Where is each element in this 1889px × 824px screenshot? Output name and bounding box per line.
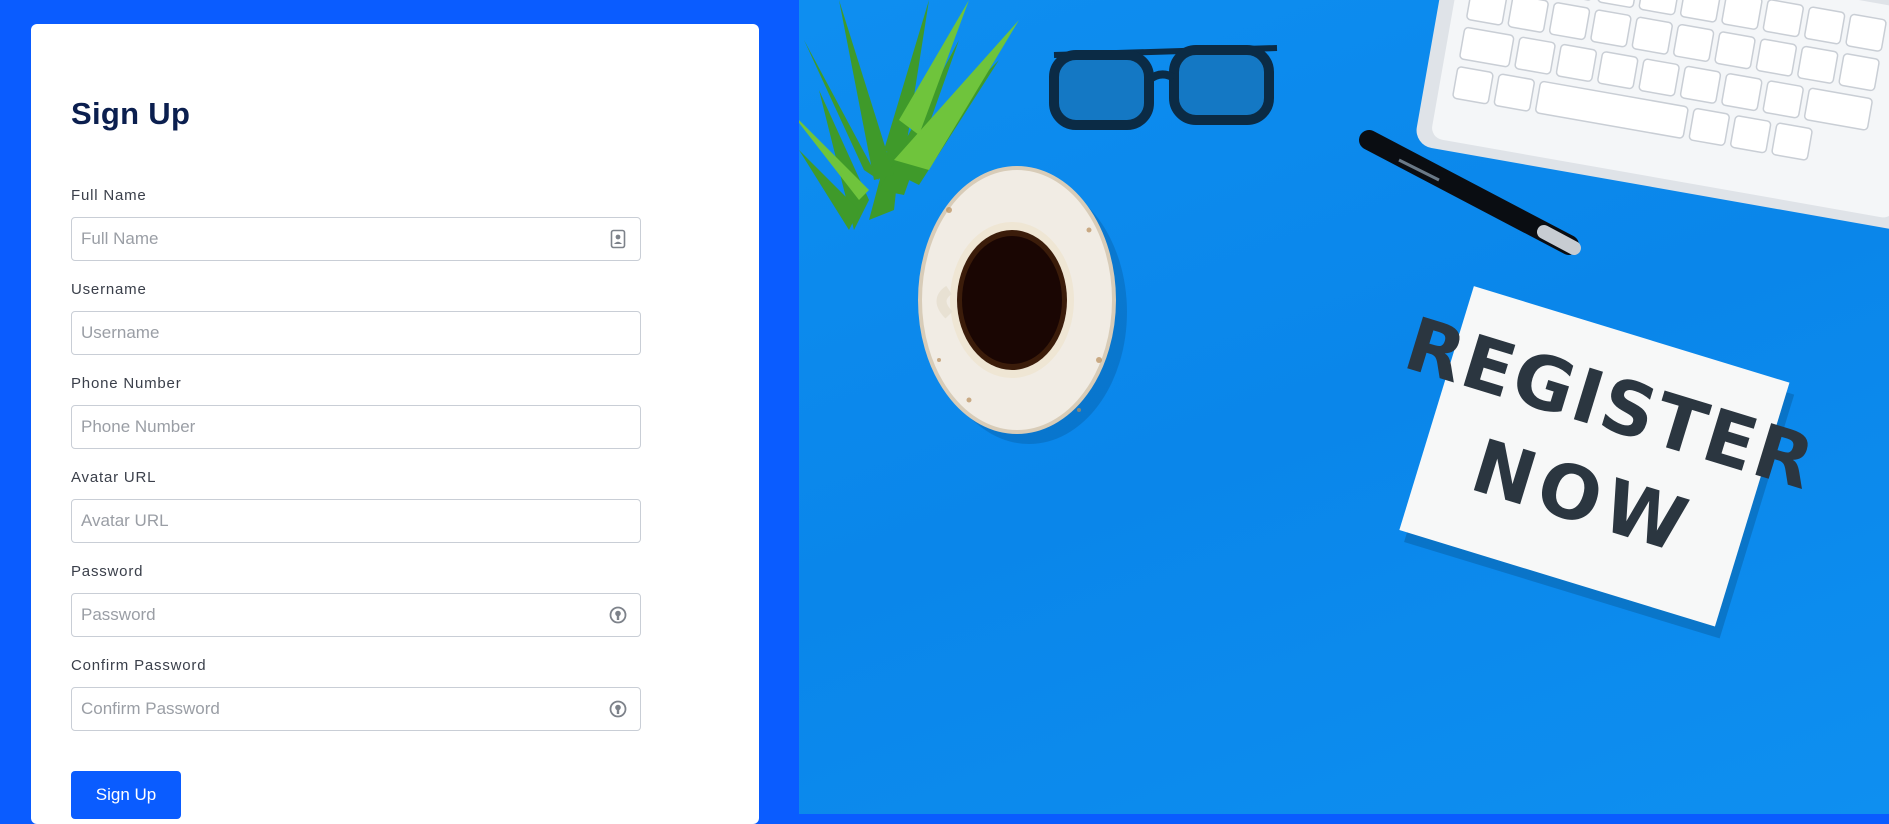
password-manager-icon[interactable]	[608, 699, 628, 719]
avatar-url-input-wrap	[71, 499, 641, 543]
confirm-password-label: Confirm Password	[71, 657, 207, 674]
username-input-wrap	[71, 311, 641, 355]
confirm-password-input-wrap	[71, 687, 641, 731]
full-name-input[interactable]	[72, 218, 640, 260]
avatar-url-input[interactable]	[72, 500, 640, 542]
avatar-url-field: Avatar URL	[71, 468, 641, 543]
full-name-input-wrap	[71, 217, 641, 261]
username-input[interactable]	[72, 312, 640, 354]
desk-illustration: REGISTER NOW	[799, 0, 1889, 639]
confirm-password-field: Confirm Password	[71, 656, 641, 731]
phone-number-label: Phone Number	[71, 375, 182, 392]
contact-card-icon[interactable]	[608, 229, 628, 249]
full-name-field: Full Name	[71, 186, 641, 261]
form-panel: Sign Up Full Name Username Ph	[0, 0, 799, 824]
sign-up-button[interactable]: Sign Up	[71, 771, 181, 819]
page-title: Sign Up	[71, 96, 191, 131]
register-now-note: REGISTER NOW	[1395, 286, 1825, 639]
confirm-password-input[interactable]	[72, 688, 640, 730]
hero-image: REGISTER NOW	[799, 0, 1889, 814]
coffee-cup-illustration	[918, 166, 1127, 444]
password-field: Password	[71, 562, 641, 637]
password-manager-icon[interactable]	[608, 605, 628, 625]
phone-number-input[interactable]	[72, 406, 640, 448]
phone-number-field: Phone Number	[71, 374, 641, 449]
username-field: Username	[71, 280, 641, 355]
phone-number-input-wrap	[71, 405, 641, 449]
signup-card: Sign Up Full Name Username Ph	[31, 24, 759, 824]
avatar-url-label: Avatar URL	[71, 469, 157, 486]
password-input[interactable]	[72, 594, 640, 636]
password-label: Password	[71, 563, 144, 580]
full-name-label: Full Name	[71, 187, 147, 204]
password-input-wrap	[71, 593, 641, 637]
username-label: Username	[71, 281, 147, 298]
glasses-illustration	[1049, 45, 1278, 130]
